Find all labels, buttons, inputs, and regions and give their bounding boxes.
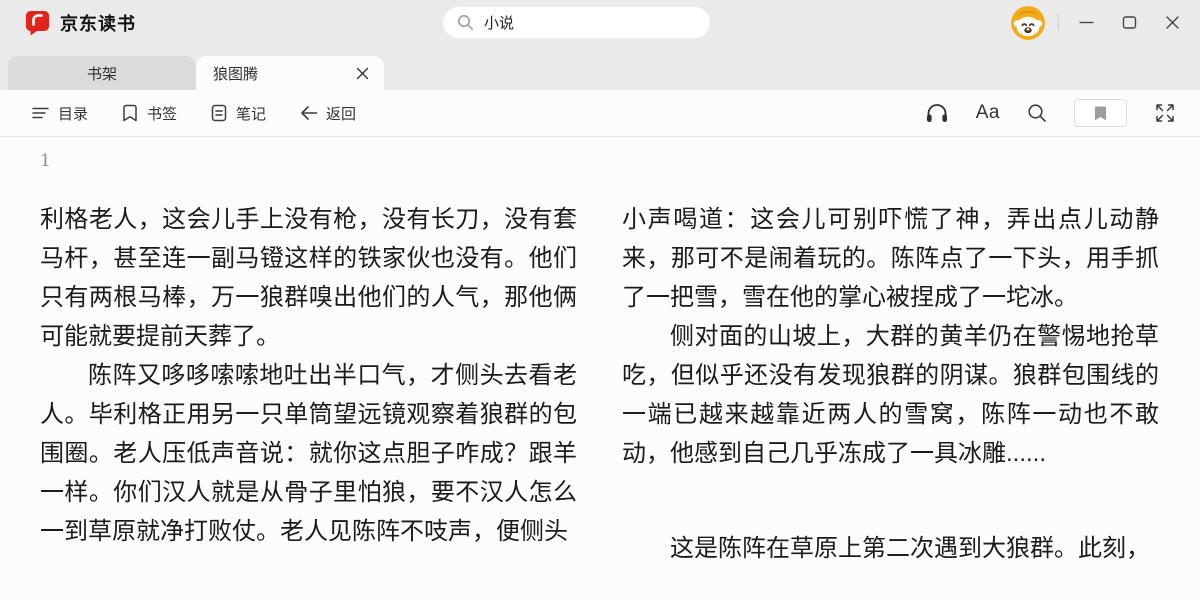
bookmark-label: 书签 [147,103,177,124]
add-bookmark-toggle[interactable] [1074,99,1127,127]
minimize-icon [1079,15,1094,30]
tab-bar: 书架 狼图腾 [0,45,1200,90]
avatar[interactable] [1011,6,1045,40]
text-column-left: 利格老人，这会儿手上没有枪，没有长刀，没有套马杆，甚至连一副马镫这样的铁家伙也没… [40,200,577,568]
notes-button[interactable]: 笔记 [210,103,266,124]
paragraph: 利格老人，这会儿手上没有枪，没有长刀，没有套马杆，甚至连一副马镫这样的铁家伙也没… [40,200,577,356]
paragraph: 这是陈阵在草原上第二次遇到大狼群。此刻， [622,529,1159,568]
maximize-icon [1122,15,1137,30]
reader-toolbar: 目录 书签 笔记 [0,90,1200,137]
text-columns: 利格老人，这会儿手上没有枪，没有长刀，没有套马杆，甚至连一副马镫这样的铁家伙也没… [40,200,1160,568]
toc-label: 目录 [58,103,88,124]
minimize-button[interactable] [1065,0,1108,45]
toc-icon [31,104,50,122]
back-label: 返回 [326,103,356,124]
fullscreen-button[interactable] [1154,102,1176,124]
bookmark-list-button[interactable]: 书签 [121,103,177,124]
font-settings-button[interactable]: Aa [976,102,1000,124]
tab-close-icon[interactable] [356,67,369,80]
back-arrow-icon [299,105,318,121]
paragraph: 侧对面的山坡上，大群的黄羊仍在警惕地抢草吃，但似乎还没有发现狼群的阴谋。狼群包围… [622,317,1159,473]
search-in-book-button[interactable] [1027,103,1047,123]
audio-reading-button[interactable] [925,102,949,124]
maximize-button[interactable] [1108,0,1151,45]
toolbar-right: Aa [925,99,1176,127]
font-settings-label: Aa [976,102,1000,124]
app-title: 京东读书 [60,10,136,36]
notes-icon [210,103,228,123]
tab-label: 书架 [87,63,117,84]
titlebar-divider [1058,14,1059,31]
paragraph: 小声喝道：这会儿可别吓慌了神，弄出点儿动静来，那可不是闹着玩的。陈阵点了一下头，… [622,200,1159,317]
jd-reading-app: 京东读书 [0,0,1200,568]
reader-content: 1 利格老人，这会儿手上没有枪，没有长刀，没有套马杆，甚至连一副马镫这样的铁家伙… [0,151,1200,568]
close-button[interactable] [1151,0,1194,45]
search-icon [457,14,474,31]
tab-bookshelf[interactable]: 书架 [8,56,196,90]
toc-button[interactable]: 目录 [31,103,88,124]
search-box[interactable] [443,7,710,38]
toolbar-left: 目录 书签 笔记 [31,103,356,124]
tab-label: 狼图腾 [213,63,258,84]
titlebar-right [1011,0,1194,45]
back-button[interactable]: 返回 [299,103,356,124]
paragraph: 陈阵又哆哆嗦嗦地吐出半口气，才侧头去看老人。毕利格正用另一只单筒望远镜观察着狼群… [40,356,577,551]
headphones-icon [925,102,949,124]
notes-label: 笔记 [236,103,266,124]
app-logo: 京东读书 [0,9,136,37]
tab-book-wolf-totem[interactable]: 狼图腾 [196,56,384,90]
bookmark-icon [121,103,139,123]
text-column-right: 小声喝道：这会儿可别吓慌了神，弄出点儿动静来，那可不是闹着玩的。陈阵点了一下头，… [622,200,1159,568]
search-input[interactable] [482,13,696,32]
titlebar: 京东读书 [0,0,1200,45]
search-icon [1027,103,1047,123]
bookmark-filled-icon [1093,105,1108,122]
jd-book-logo-icon [24,9,51,37]
fullscreen-expand-icon [1154,102,1176,124]
close-icon [1165,15,1180,30]
page-number: 1 [40,151,1160,171]
